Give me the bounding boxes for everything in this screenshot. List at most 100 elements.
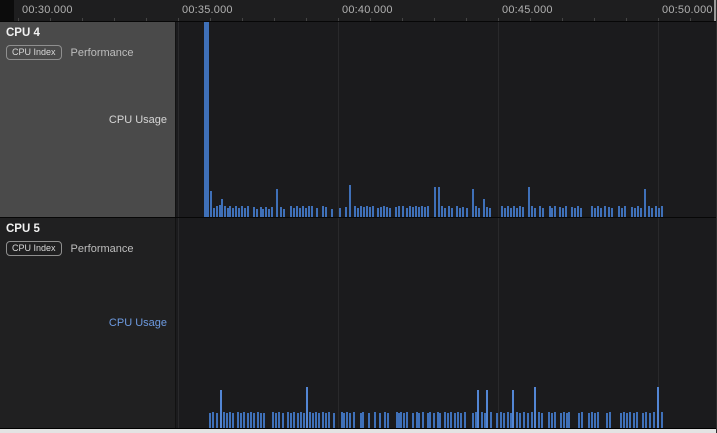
time-label: 00:45.000 [502,4,553,16]
usage-bar [333,413,335,428]
usage-bar [600,208,602,217]
usage-bar [571,207,573,217]
usage-bar [594,208,596,217]
usage-bar [554,412,556,428]
track-header-cpu4[interactable]: CPU 4 CPU Index Performance CPU Usage [0,22,176,217]
usage-bar [657,387,659,428]
usage-bar [363,207,365,217]
usage-bar [372,206,374,217]
usage-bar [243,412,245,428]
track-row-cpu5[interactable]: CPU 5 CPU Index Performance CPU Usage [0,218,716,428]
usage-bar [653,412,655,428]
usage-bar [224,206,226,217]
usage-bar [403,413,405,428]
usage-bar [275,413,277,428]
usage-bar [523,412,525,428]
usage-bar [290,206,292,217]
usage-bar [220,390,222,428]
usage-bar [422,412,424,428]
usage-bar [559,207,561,217]
usage-bar [406,412,408,428]
usage-bar [466,208,468,217]
track-row-cpu4[interactable]: CPU 4 CPU Index Performance CPU Usage [0,22,716,218]
time-label: 00:30.000 [22,4,73,16]
usage-bar [591,412,593,428]
ruler-tick [594,18,595,21]
usage-bar [377,208,379,217]
usage-bar [260,413,262,428]
usage-bar [438,187,440,217]
usage-bar [478,208,480,217]
usage-bar [597,206,599,217]
usage-bar [299,208,301,217]
usage-bar [331,209,333,217]
usage-bar [448,206,450,217]
usage-bar [513,206,515,217]
ruler-tick [690,18,691,21]
ruler-tick [498,18,499,21]
usage-bar [655,206,657,217]
usage-bar [395,207,397,217]
usage-bar [648,206,650,217]
usage-bar [519,413,521,428]
usage-bar [369,207,371,217]
usage-bar [633,413,635,428]
usage-bar [256,209,258,217]
usage-bar [283,209,285,217]
usage-bar [621,208,623,217]
track-header-cpu5[interactable]: CPU 5 CPU Index Performance CPU Usage [0,218,176,428]
usage-bar [322,206,324,217]
ruler-corner [0,0,14,21]
timeline-ruler[interactable]: 00:30.00000:35.00000:40.00000:45.00000:5… [0,0,716,22]
usage-bar [522,207,524,217]
usage-bar [580,208,582,217]
usage-bar [451,208,453,217]
usage-bar [539,206,541,217]
usage-bar [554,206,556,217]
usage-bar [609,412,611,428]
usage-bar [349,185,351,217]
lane-label-cpu-usage: CPU Usage [109,114,167,126]
time-label: 00:35.000 [182,4,233,16]
usage-bar [235,206,237,217]
usage-bar [312,413,314,428]
usage-bar [290,413,292,428]
usage-bar [418,207,420,217]
usage-bar [444,412,446,428]
ruler-tick [242,18,243,21]
usage-bar [400,412,402,428]
usage-bar [253,413,255,428]
track-title: CPU 5 [6,223,40,235]
track-subtitle: Performance [71,47,134,59]
usage-bar [563,412,565,428]
ruler-tick [50,18,51,21]
usage-bar [444,208,446,217]
usage-bar [486,390,488,428]
track-plot-cpu4[interactable] [176,22,716,217]
usage-bar [434,187,436,217]
usage-bar [629,412,631,428]
usage-bar [309,412,311,428]
usage-bar [481,412,483,428]
usage-bar [272,412,274,428]
track-plot-cpu5[interactable] [176,218,716,428]
usage-bar [439,413,441,428]
window-right-edge [714,0,716,21]
usage-bar [250,412,252,428]
usage-bar [412,413,414,428]
usage-bar [263,413,265,428]
usage-bar [296,206,298,217]
usage-bar [241,206,243,217]
ruler-tick [146,18,147,21]
usage-bar [604,206,606,217]
usage-bar [362,412,364,428]
usage-bar [386,207,388,217]
usage-bar [268,209,270,217]
usage-bar [512,390,514,428]
usage-bar [406,208,408,217]
usage-bar [591,206,593,217]
usage-bar [475,206,477,217]
usage-bar [577,206,579,217]
usage-bar [640,208,642,217]
usage-bar [216,413,218,428]
